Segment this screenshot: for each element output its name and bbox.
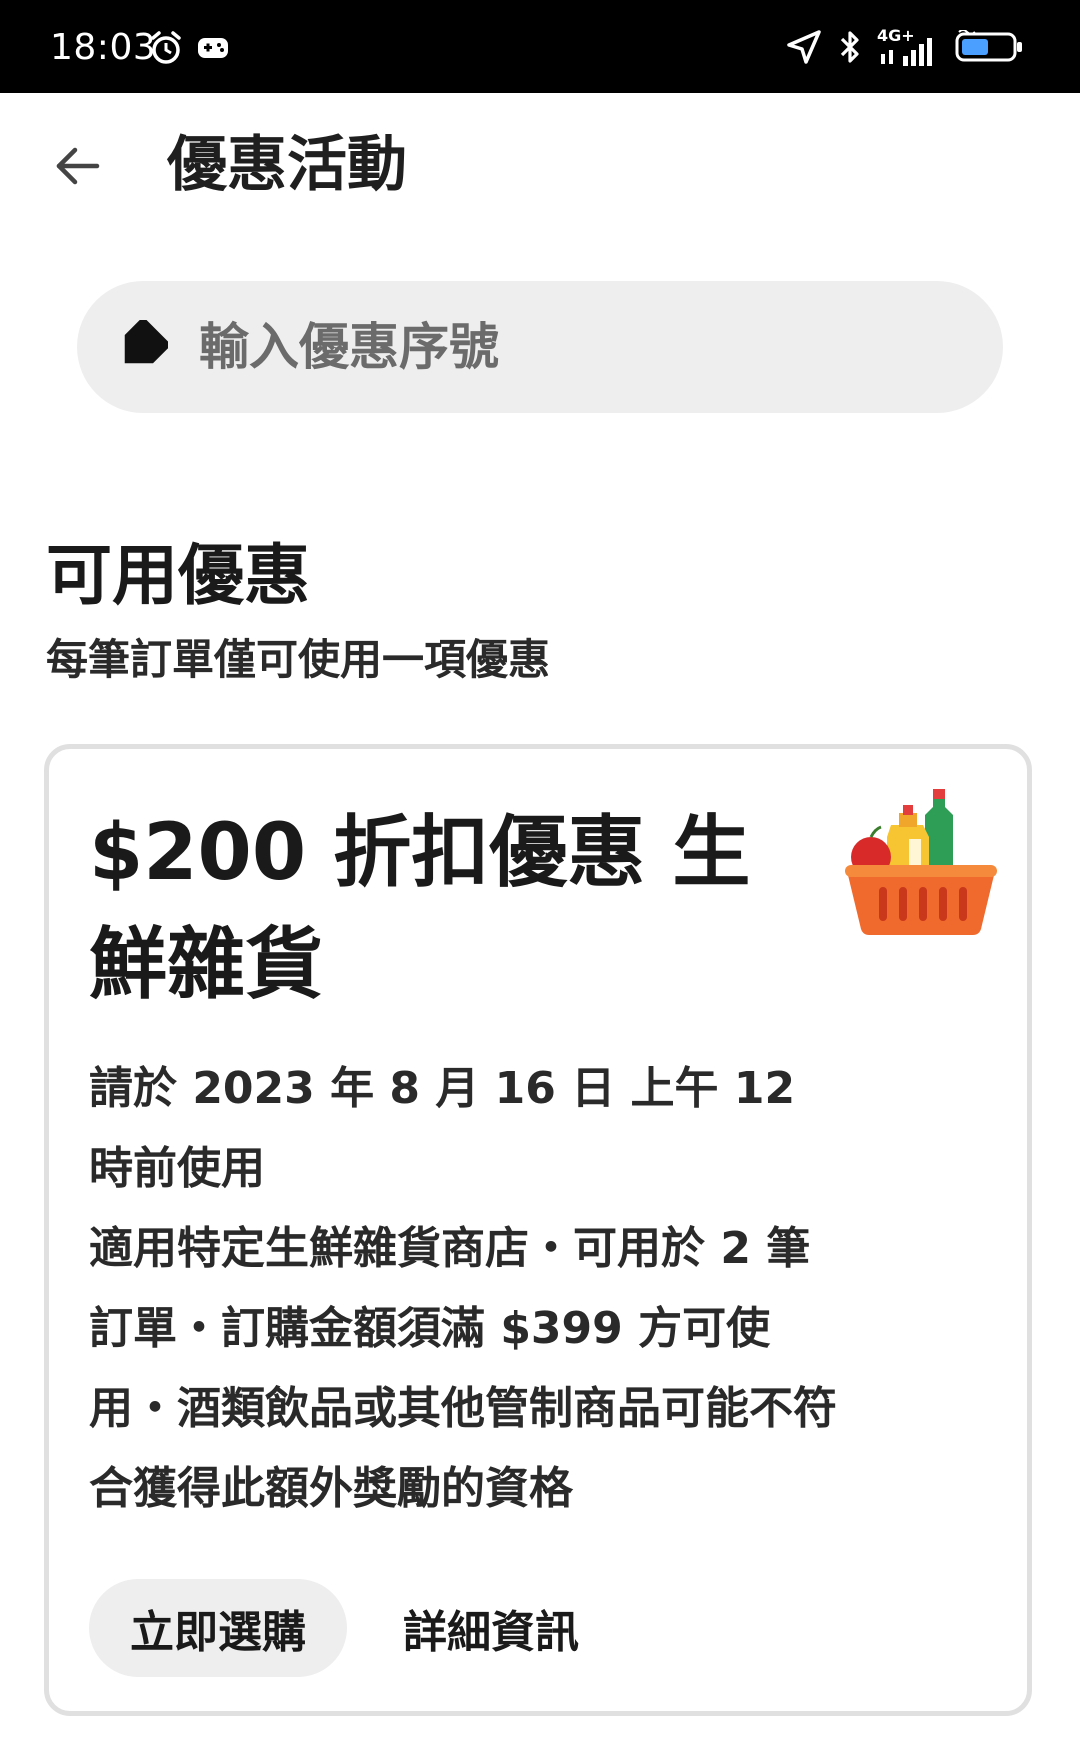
status-bar: 18:03 4G+ [0,0,1080,93]
header: 優惠活動 [0,93,1080,248]
gamepad-icon [196,33,230,67]
offer-card[interactable]: $200 折扣優惠 生鮮雜貨 請於 2023 年 8 月 16 日 上午 12 … [44,744,1032,1716]
offer-expiry: 請於 2023 年 8 月 16 日 上午 12 時前使用 [89,1063,796,1194]
details-link[interactable]: 詳細資訊 [403,1579,579,1677]
location-arrow-icon [785,28,823,70]
alarm-icon [148,30,184,70]
back-button[interactable] [46,137,108,199]
page-title: 優惠活動 [167,130,407,200]
section-subtitle: 每筆訂單僅可使用一項優惠 [46,635,551,684]
promo-code-input[interactable]: 輸入優惠序號 [77,281,1003,413]
bluetooth-icon [837,28,863,70]
offer-terms: 適用特定生鮮雜貨商店・可用於 2 筆訂單・訂購金額須滿 $399 方可使用・酒類… [89,1223,837,1514]
offer-title: $200 折扣優惠 生鮮雜貨 [89,808,751,1010]
grocery-basket-icon [841,785,1001,945]
promo-input-placeholder: 輸入優惠序號 [199,318,499,376]
arrow-left-icon [53,142,101,194]
section-title: 可用優惠 [46,537,310,614]
shop-now-button[interactable]: 立即選購 [89,1579,347,1677]
status-time: 18:03 [50,27,157,68]
battery-icon [955,29,1025,68]
signal-icon: 4G+ [877,28,941,68]
offer-description: 請於 2023 年 8 月 16 日 上午 12 時前使用 適用特定生鮮雜貨商店… [89,1049,849,1529]
status-right-icons: 4G+ [785,28,1025,70]
tag-icon [113,319,169,375]
status-left-icons [148,30,230,70]
